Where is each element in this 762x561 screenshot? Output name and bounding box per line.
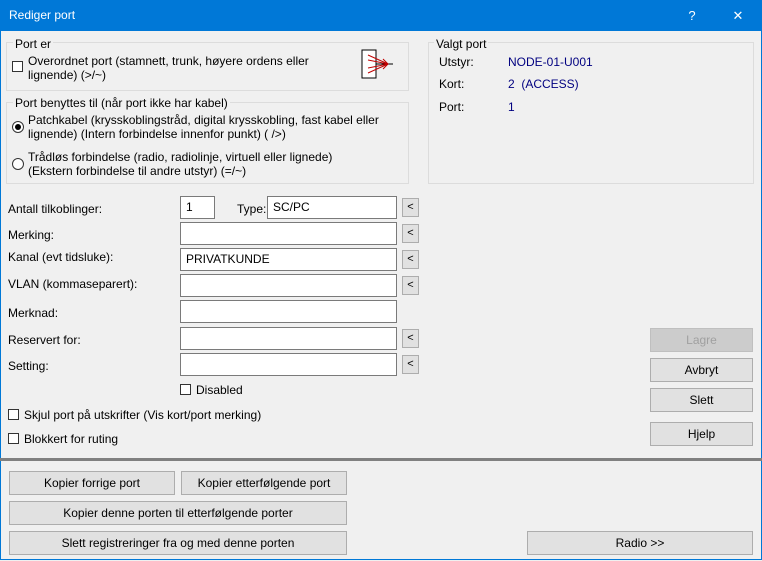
vlan-input[interactable]: [180, 274, 397, 297]
merking-label: Merking:: [8, 228, 55, 242]
merknad-input[interactable]: [180, 300, 397, 323]
radio-button[interactable]: Radio >>: [527, 531, 753, 555]
wireless-radio[interactable]: [12, 158, 24, 170]
utstyr-value: NODE-01-U001: [508, 55, 593, 69]
setting-input[interactable]: [180, 353, 397, 376]
kanal-pick-button[interactable]: <: [402, 250, 419, 269]
type-input[interactable]: SC/PC: [267, 196, 397, 219]
skjul-checkbox[interactable]: [8, 409, 19, 420]
valgt-port-legend: Valgt port: [434, 37, 489, 51]
kort-label: Kort:: [439, 77, 465, 91]
disabled-checkbox[interactable]: [180, 384, 191, 395]
patch-label-line1: Patchkabel (krysskoblingstråd, digital k…: [28, 113, 379, 127]
reservert-input[interactable]: [180, 327, 397, 350]
patch-radio[interactable]: [12, 121, 24, 133]
kanal-label: Kanal (evt tidsluke):: [8, 250, 114, 264]
antall-input[interactable]: 1: [180, 196, 215, 219]
window-title: Rediger port: [9, 8, 76, 22]
wireless-label-line2: (Ekstern forbindelse til andre utstyr) (…: [28, 164, 247, 178]
disabled-label: Disabled: [196, 383, 243, 397]
overordnet-checkbox[interactable]: [12, 61, 23, 72]
port-er-legend: Port er: [13, 37, 54, 51]
slett-registreringer-button[interactable]: Slett registreringer fra og med denne po…: [9, 531, 347, 555]
close-button[interactable]: ✕: [716, 0, 760, 31]
lagre-button[interactable]: Lagre: [650, 328, 753, 352]
overordnet-label-line1: Overordnet port (stamnett, trunk, høyere…: [28, 54, 309, 68]
port-benyttes-legend: Port benyttes til (når port ikke har kab…: [13, 96, 230, 110]
setting-label: Setting:: [8, 359, 49, 373]
merknad-label: Merknad:: [8, 306, 59, 320]
type-label: Type:: [237, 202, 267, 216]
kopier-etterfolgende-button[interactable]: Kopier etterfølgende port: [181, 471, 347, 495]
help-button[interactable]: ?: [670, 0, 714, 31]
kopier-denne-button[interactable]: Kopier denne porten til etterfølgende po…: [9, 501, 347, 525]
wireless-label-line1: Trådløs forbindelse (radio, radiolinje, …: [28, 150, 333, 164]
blokkert-checkbox[interactable]: [8, 433, 19, 444]
kanal-input[interactable]: PRIVATKUNDE: [180, 248, 397, 271]
kopier-forrige-button[interactable]: Kopier forrige port: [9, 471, 175, 495]
vlan-pick-button[interactable]: <: [402, 276, 419, 295]
section-divider: [0, 458, 762, 461]
blokkert-label: Blokkert for ruting: [24, 432, 119, 446]
trunk-port-icon: [361, 49, 393, 79]
setting-pick-button[interactable]: <: [402, 355, 419, 374]
port-label: Port:: [439, 100, 465, 114]
close-icon: ✕: [732, 7, 744, 23]
patch-label-line2: lignende) (Intern forbindelse innenfor p…: [28, 127, 286, 141]
title-bar: Rediger port ? ✕: [0, 0, 762, 31]
avbryt-button[interactable]: Avbryt: [650, 358, 753, 382]
hjelp-button[interactable]: Hjelp: [650, 422, 753, 446]
merking-pick-button[interactable]: <: [402, 224, 419, 243]
overordnet-label-line2: lignende) (>/~): [28, 68, 107, 82]
reservert-pick-button[interactable]: <: [402, 329, 419, 348]
type-pick-button[interactable]: <: [402, 198, 419, 217]
merking-input[interactable]: [180, 222, 397, 245]
utstyr-label: Utstyr:: [439, 55, 474, 69]
kort-value: 2 (ACCESS): [508, 77, 579, 91]
antall-label: Antall tilkoblinger:: [8, 202, 103, 216]
skjul-label: Skjul port på utskrifter (Vis kort/port …: [24, 408, 262, 422]
reservert-label: Reservert for:: [8, 333, 81, 347]
slett-button[interactable]: Slett: [650, 388, 753, 412]
port-value: 1: [508, 100, 515, 114]
vlan-label: VLAN (kommaseparert):: [8, 277, 138, 291]
help-icon: ?: [688, 8, 696, 23]
